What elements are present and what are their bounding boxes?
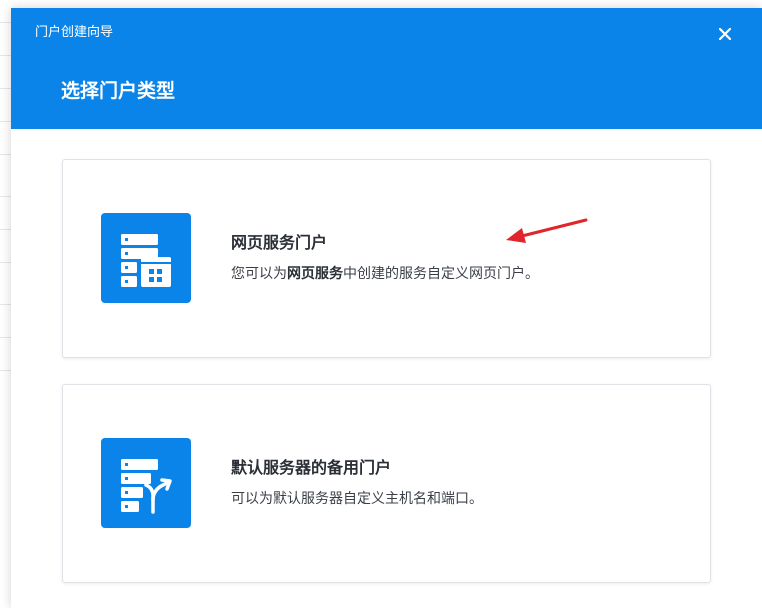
option-title: 默认服务器的备用门户	[231, 458, 392, 477]
server-redirect-icon	[101, 438, 191, 528]
option-web-service-portal[interactable]: 网页服务门户 您可以为网页服务中创建的服务自定义网页门户。	[62, 159, 711, 358]
dialog-header: 门户创建向导 选择门户类型	[11, 8, 762, 129]
step-title: 选择门户类型	[61, 80, 176, 102]
window-title: 门户创建向导	[35, 25, 114, 40]
option-title: 网页服务门户	[231, 233, 328, 252]
portal-creation-wizard-dialog: 门户创建向导 选择门户类型 网页服务门户 您可以为网页服务中创建的服务自定义网页…	[11, 8, 762, 608]
close-button[interactable]	[713, 22, 737, 46]
annotation-arrow-icon	[506, 218, 588, 243]
web-service-server-icon	[101, 213, 191, 303]
option-default-server-alt-portal[interactable]: 默认服务器的备用门户 可以为默认服务器自定义主机名和端口。	[62, 384, 711, 583]
option-description: 您可以为网页服务中创建的服务自定义网页门户。	[231, 266, 539, 282]
close-icon	[718, 27, 732, 41]
option-description: 可以为默认服务器自定义主机名和端口。	[231, 491, 483, 507]
web-service-link-text: 网页服务	[287, 266, 343, 282]
